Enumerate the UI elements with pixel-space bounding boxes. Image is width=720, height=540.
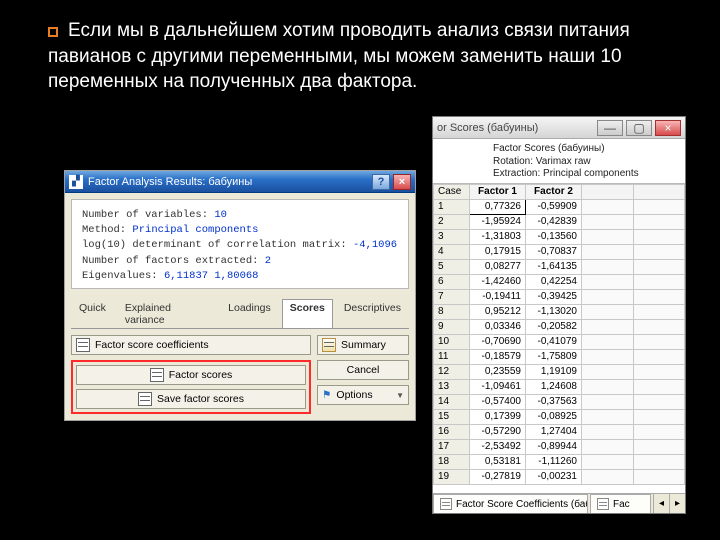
table-row[interactable]: 10-0,70690-0,41079 <box>434 334 685 349</box>
flag-icon: ⚑ <box>322 389 331 401</box>
footer-tab-coefficients[interactable]: Factor Score Coefficients (бабуины) <box>433 494 588 513</box>
table-row[interactable]: 13-1,094611,24608 <box>434 379 685 394</box>
chevron-down-icon: ▼ <box>396 391 404 400</box>
col-factor1[interactable]: Factor 1 <box>470 184 526 199</box>
tab-descriptives[interactable]: Descriptives <box>336 299 409 328</box>
close-button[interactable]: × <box>393 174 411 190</box>
factor-score-coefficients-button[interactable]: Factor score coefficients <box>71 335 311 355</box>
slide-paragraph: Если мы в дальнейшем хотим проводить ана… <box>48 20 630 92</box>
table-row[interactable]: 50,08277-1,64135 <box>434 259 685 274</box>
table-row[interactable]: 2-1,95924-0,42839 <box>434 214 685 229</box>
grid-icon <box>597 498 609 510</box>
table-row[interactable]: 10,77326-0,59909 <box>434 199 685 214</box>
table-row[interactable]: 14-0,57400-0,37563 <box>434 394 685 409</box>
table-row[interactable]: 80,95212-1,13020 <box>434 304 685 319</box>
sheet-footer: Factor Score Coefficients (бабуины) Fac … <box>433 493 685 513</box>
dialog-titlebar[interactable]: ▞ Factor Analysis Results: бабуины ? × <box>65 171 415 193</box>
grid-icon <box>138 392 152 406</box>
tab-explained-variance[interactable]: Explained variance <box>117 299 217 328</box>
sheet-titlebar[interactable]: or Scores (бабуины) — ▢ × <box>433 117 685 139</box>
factor-scores-table[interactable]: Case Factor 1 Factor 2 10,77326-0,599092… <box>433 184 685 485</box>
table-row[interactable]: 150,17399-0,08925 <box>434 409 685 424</box>
bullet-icon <box>48 27 58 37</box>
cancel-button[interactable]: Cancel <box>317 360 409 380</box>
tab-nav-right[interactable]: ▸ <box>669 494 685 513</box>
factor-scores-window: or Scores (бабуины) — ▢ × Factor Scores … <box>432 116 686 514</box>
table-row[interactable]: 7-0,19411-0,39425 <box>434 289 685 304</box>
table-row[interactable]: 3-1,31803-0,13560 <box>434 229 685 244</box>
tab-loadings[interactable]: Loadings <box>220 299 279 328</box>
minimize-button[interactable]: — <box>597 120 623 136</box>
col-factor2[interactable]: Factor 2 <box>526 184 582 199</box>
table-row[interactable]: 11-0,18579-1,75809 <box>434 349 685 364</box>
dialog-tabs: Quick Explained variance Loadings Scores… <box>65 295 415 328</box>
table-row[interactable]: 120,235591,19109 <box>434 364 685 379</box>
sheet-caption: Factor Scores (бабуины) Rotation: Varima… <box>433 139 685 183</box>
close-button[interactable]: × <box>655 120 681 136</box>
footer-tab-factors[interactable]: Fac <box>590 494 651 513</box>
highlight-box: Factor scores Save factor scores <box>71 360 311 414</box>
grid-icon <box>150 368 164 382</box>
options-button[interactable]: ⚑ Options ▼ <box>317 385 409 405</box>
save-factor-scores-button[interactable]: Save factor scores <box>76 389 306 409</box>
table-row[interactable]: 17-2,53492-0,89944 <box>434 439 685 454</box>
table-row[interactable]: 90,03346-0,20582 <box>434 319 685 334</box>
sheet-title: or Scores (бабуины) <box>437 122 538 134</box>
app-icon: ▞ <box>69 175 83 189</box>
dialog-info-panel: Number of variables: 10 Method: Principa… <box>71 199 409 289</box>
table-row[interactable]: 16-0,572901,27404 <box>434 424 685 439</box>
table-row[interactable]: 180,53181-1,11260 <box>434 454 685 469</box>
table-row[interactable]: 40,17915-0,70837 <box>434 244 685 259</box>
dialog-title: Factor Analysis Results: бабуины <box>88 176 252 188</box>
maximize-button[interactable]: ▢ <box>626 120 652 136</box>
slide-text: Если мы в дальнейшем хотим проводить ана… <box>0 0 720 95</box>
tab-nav-left[interactable]: ◂ <box>653 494 669 513</box>
summary-icon <box>322 338 336 352</box>
grid-icon <box>76 338 90 352</box>
factor-scores-button[interactable]: Factor scores <box>76 365 306 385</box>
grid-icon <box>440 498 452 510</box>
summary-button[interactable]: Summary <box>317 335 409 355</box>
help-button[interactable]: ? <box>372 174 390 190</box>
tab-quick[interactable]: Quick <box>71 299 114 328</box>
case-header: Case <box>434 184 470 199</box>
table-row[interactable]: 6-1,424600,42254 <box>434 274 685 289</box>
tab-scores[interactable]: Scores <box>282 299 333 328</box>
table-row[interactable]: 19-0,27819-0,00231 <box>434 469 685 484</box>
factor-analysis-dialog: ▞ Factor Analysis Results: бабуины ? × N… <box>64 170 416 421</box>
